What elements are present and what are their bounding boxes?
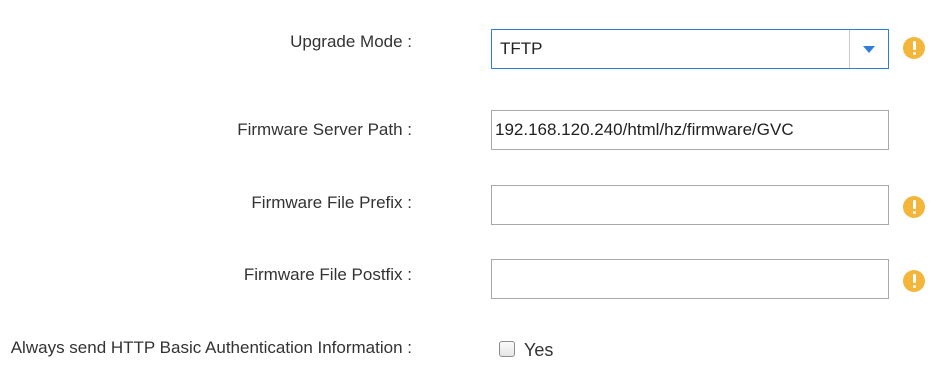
firmware-file-postfix-input[interactable] <box>491 259 889 299</box>
firmware-file-postfix-warning-icon <box>903 270 925 292</box>
http-basic-auth-checkbox[interactable] <box>499 341 515 357</box>
firmware-upgrade-form: Upgrade Mode : TFTP Firmware Server Path… <box>0 0 943 388</box>
firmware-server-path-label: Firmware Server Path : <box>237 120 412 139</box>
upgrade-mode-value: TFTP <box>500 39 543 58</box>
firmware-file-postfix-label: Firmware File Postfix : <box>243 265 412 284</box>
firmware-server-path-input[interactable]: 192.168.120.240/html/hz/firmware/GVC <box>491 110 889 150</box>
firmware-file-prefix-input[interactable] <box>491 185 889 225</box>
caret-down-icon[interactable] <box>850 30 888 68</box>
firmware-file-prefix-label: Firmware File Prefix : <box>251 193 412 212</box>
http-basic-auth-option-label[interactable]: Yes <box>524 340 553 361</box>
http-basic-auth-label: Always send HTTP Basic Authentication In… <box>10 338 412 357</box>
upgrade-mode-select[interactable]: TFTP <box>491 29 889 69</box>
firmware-server-path-value: 192.168.120.240/html/hz/firmware/GVC <box>495 120 794 139</box>
upgrade-mode-warning-icon <box>903 37 925 59</box>
firmware-file-prefix-warning-icon <box>903 196 925 218</box>
upgrade-mode-label: Upgrade Mode : <box>290 32 412 51</box>
